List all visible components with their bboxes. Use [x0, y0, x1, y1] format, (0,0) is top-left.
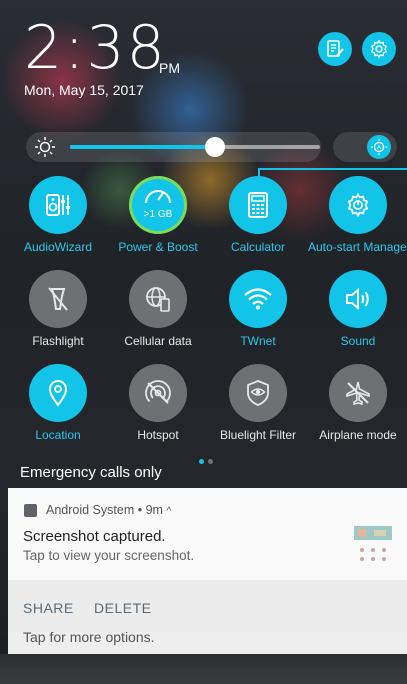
- tile-flashlight[interactable]: Flashlight: [8, 270, 108, 348]
- flashlight-off-icon: [29, 270, 87, 328]
- brightness-fill: [70, 145, 215, 149]
- auto-brightness-toggle[interactable]: A: [333, 132, 397, 162]
- hotspot-off-icon: [129, 364, 187, 422]
- auto-brightness-icon: A: [370, 138, 388, 156]
- wifi-icon: [229, 270, 287, 328]
- screenshot-thumbnail[interactable]: [352, 524, 394, 572]
- settings-button[interactable]: [362, 32, 396, 66]
- clock-time: 2:38: [24, 13, 167, 83]
- tile-label: Auto-start Manager: [308, 240, 407, 254]
- audiowizard-icon: [29, 176, 87, 234]
- date-label[interactable]: Mon, May 15, 2017: [24, 82, 144, 98]
- notification-header: Android System • 9m ^: [46, 503, 171, 517]
- notification-text: Tap to view your screenshot.: [23, 548, 195, 563]
- partial-notification[interactable]: Tap for more options.: [8, 632, 407, 654]
- tile-label: Flashlight: [32, 334, 84, 348]
- brightness-knob[interactable]: [205, 137, 225, 157]
- brightness-sun-icon: [35, 137, 55, 157]
- edit-quick-settings-button[interactable]: [318, 32, 352, 66]
- clock[interactable]: 2:38 PM: [24, 13, 180, 83]
- tile-bluelight-filter[interactable]: Bluelight Filter: [208, 364, 308, 442]
- bluelight-filter-icon: [229, 364, 287, 422]
- tile-label: Location: [35, 428, 81, 442]
- tile-label: Airplane mode: [319, 428, 397, 442]
- tile-calculator[interactable]: Calculator: [208, 176, 308, 254]
- tile-auto-start-manager[interactable]: Auto-start Manager: [308, 176, 407, 254]
- notification-time: 9m: [145, 503, 163, 517]
- page-dot-inactive[interactable]: [208, 459, 213, 464]
- power-boost-icon: >1 GB: [129, 176, 187, 234]
- brightness-slider[interactable]: [26, 132, 321, 162]
- brightness-track[interactable]: [70, 137, 320, 157]
- tile-cellular-data[interactable]: Cellular data: [108, 270, 208, 348]
- tile-label: Bluelight Filter: [219, 428, 297, 442]
- location-pin-icon: [29, 364, 87, 422]
- notification-app-name: Android System: [46, 503, 135, 517]
- notification-body[interactable]: Android System • 9m ^ Screenshot capture…: [8, 488, 407, 580]
- screenshot-notification[interactable]: Android System • 9m ^ Screenshot capture…: [8, 488, 407, 632]
- calculator-icon: [229, 176, 287, 234]
- airplane-off-icon: [329, 364, 387, 422]
- notification-separator: •: [137, 503, 146, 517]
- tile-label: TWnet: [240, 334, 276, 348]
- tile-label: Cellular data: [124, 334, 192, 348]
- tile-twnet-wifi[interactable]: TWnet: [208, 270, 308, 348]
- tile-hotspot[interactable]: Hotspot: [108, 364, 208, 442]
- notification-title: Screenshot captured.: [23, 528, 166, 545]
- delete-button[interactable]: DELETE: [94, 600, 151, 616]
- tile-sound[interactable]: Sound: [308, 270, 407, 348]
- tile-label: Sound: [340, 334, 376, 348]
- tile-airplane-mode[interactable]: Airplane mode: [308, 364, 407, 442]
- clock-ampm: PM: [159, 60, 180, 76]
- tile-label: Hotspot: [137, 428, 179, 442]
- tile-power-boost[interactable]: >1 GB Power & Boost: [108, 176, 208, 254]
- speaker-icon: [329, 270, 387, 328]
- partial-notification-text: Tap for more options.: [23, 632, 155, 645]
- auto-brightness-knob: A: [367, 135, 391, 159]
- edit-notes-icon: [327, 40, 344, 57]
- image-icon: [24, 504, 37, 517]
- power-boost-badge: >1 GB: [143, 209, 173, 220]
- tile-label: Calculator: [230, 240, 286, 254]
- tile-audiowizard[interactable]: AudioWizard: [8, 176, 108, 254]
- page-indicator: [197, 451, 215, 469]
- tile-location[interactable]: Location: [8, 364, 108, 442]
- notification-actions: SHARE DELETE: [8, 580, 407, 632]
- tile-label: AudioWizard: [23, 240, 93, 254]
- tile-label: Power & Boost: [118, 240, 198, 254]
- cellular-data-icon: [129, 270, 187, 328]
- page-dot-active[interactable]: [199, 459, 204, 464]
- auto-start-gear-icon: [329, 176, 387, 234]
- panel-handle-bar[interactable]: [0, 654, 407, 684]
- share-button[interactable]: SHARE: [23, 600, 74, 616]
- chevron-up-icon[interactable]: ^: [166, 506, 171, 517]
- emergency-calls-label: Emergency calls only: [20, 464, 162, 481]
- gear-icon: [371, 39, 387, 59]
